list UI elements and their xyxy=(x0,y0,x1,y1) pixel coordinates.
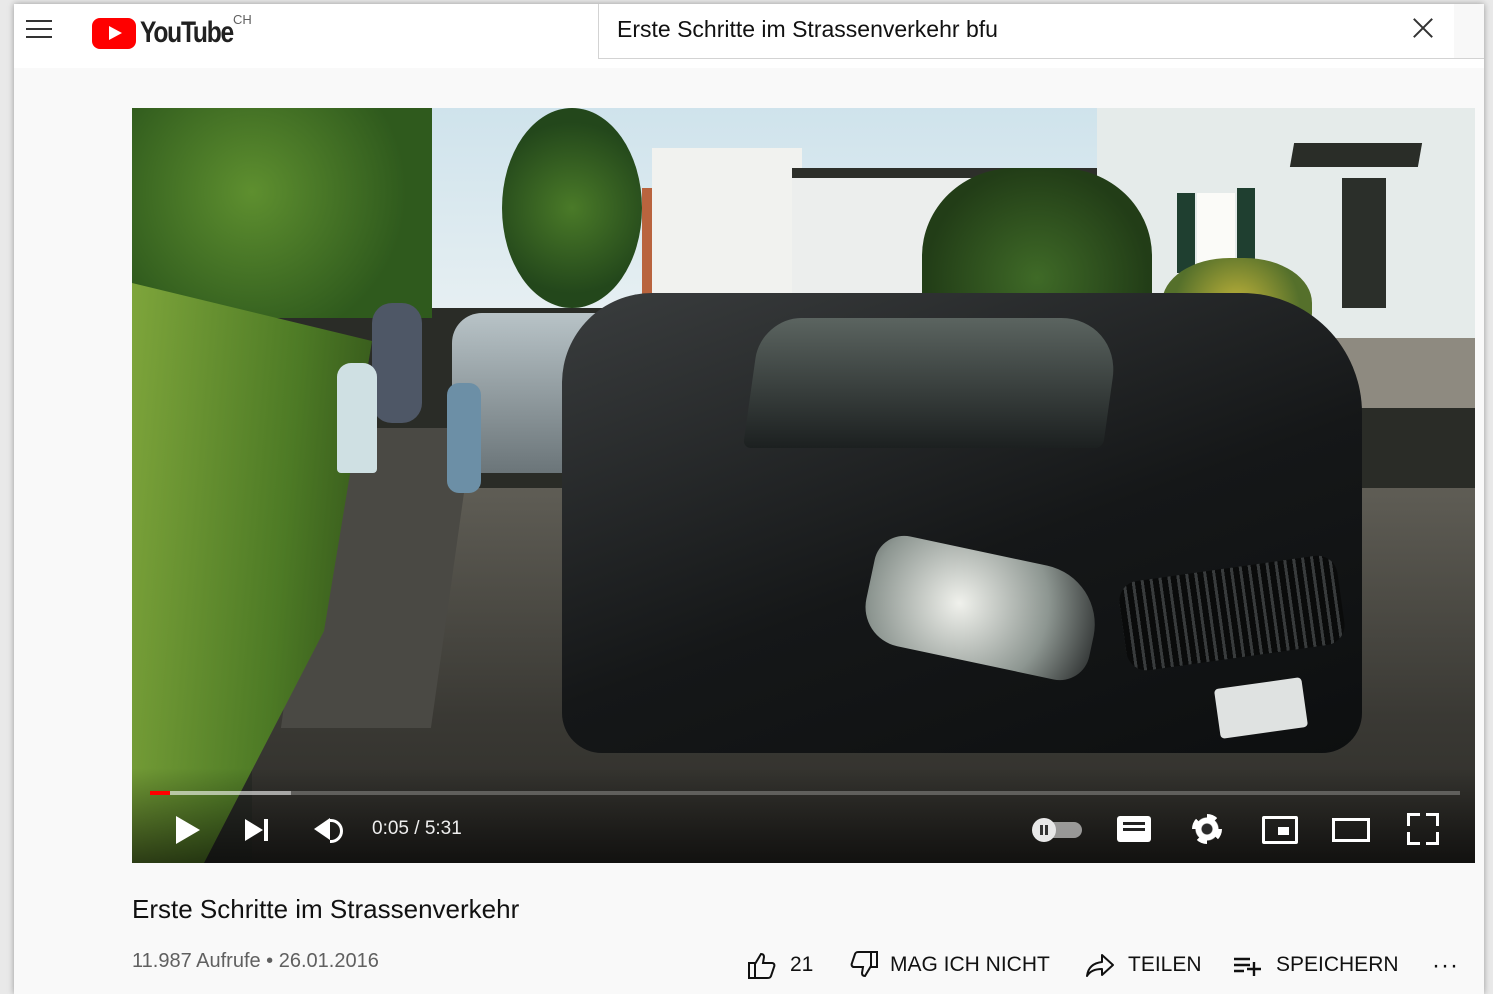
add-to-playlist-icon xyxy=(1234,957,1261,976)
video-frame-door xyxy=(1342,178,1386,308)
time-display: 0:05 / 5:31 xyxy=(372,818,462,839)
close-icon[interactable] xyxy=(1410,15,1436,41)
video-frame-window xyxy=(1197,193,1235,263)
search-button-edge[interactable] xyxy=(1454,4,1484,59)
fullscreen-icon[interactable] xyxy=(1407,810,1439,848)
autoplay-toggle[interactable] xyxy=(1032,810,1082,848)
progress-played xyxy=(150,791,170,795)
settings-icon[interactable] xyxy=(1190,810,1224,848)
video-frame-tree xyxy=(132,108,432,318)
share-button[interactable]: TEILEN xyxy=(1084,950,1214,980)
search-input[interactable]: Erste Schritte im Strassenverkehr bfu xyxy=(617,16,998,43)
youtube-play-icon xyxy=(92,18,136,49)
miniplayer-icon[interactable] xyxy=(1262,810,1298,848)
dislike-label: MAG ICH NICHT xyxy=(890,953,1050,976)
search-box[interactable]: Erste Schritte im Strassenverkehr bfu xyxy=(598,4,1455,59)
video-frame-shutter xyxy=(1237,188,1255,268)
video-frame-awning xyxy=(1289,143,1423,167)
video-frame-people xyxy=(327,303,497,523)
next-icon[interactable] xyxy=(242,810,274,848)
share-label: TEILEN xyxy=(1128,953,1202,976)
country-code: CH xyxy=(233,12,252,27)
video-title: Erste Schritte im Strassenverkehr xyxy=(132,894,520,924)
browser-window: YouTube CH Erste Schritte im Strassenver… xyxy=(14,4,1484,994)
like-count: 21 xyxy=(790,953,814,976)
thumbs-down-icon xyxy=(850,951,878,978)
subtitles-icon[interactable] xyxy=(1117,810,1153,848)
progress-buffered xyxy=(150,791,292,795)
video-frame-car-window xyxy=(742,318,1122,448)
play-icon[interactable] xyxy=(172,810,202,848)
video-frame-shutter xyxy=(1177,193,1195,273)
menu-icon[interactable] xyxy=(26,18,54,40)
volume-icon[interactable] xyxy=(312,810,346,848)
thumbs-up-icon xyxy=(748,952,776,979)
share-icon xyxy=(1086,954,1114,977)
more-actions-icon[interactable]: ··· xyxy=(1432,952,1462,982)
dislike-button[interactable]: MAG ICH NICHT xyxy=(848,950,1060,980)
video-frame-tree xyxy=(502,108,642,308)
top-bar: YouTube CH Erste Schritte im Strassenver… xyxy=(14,4,1484,68)
save-label: SPEICHERN xyxy=(1276,953,1399,976)
video-player[interactable]: 0:05 / 5:31 xyxy=(132,108,1475,863)
save-button[interactable]: SPEICHERN xyxy=(1232,950,1402,980)
video-meta: 11.987 Aufrufe • 26.01.2016 xyxy=(132,950,379,972)
logo-text: YouTube xyxy=(140,16,234,49)
like-button[interactable]: 21 xyxy=(746,950,816,980)
theater-icon[interactable] xyxy=(1332,810,1372,848)
progress-bar[interactable] xyxy=(150,791,1460,795)
